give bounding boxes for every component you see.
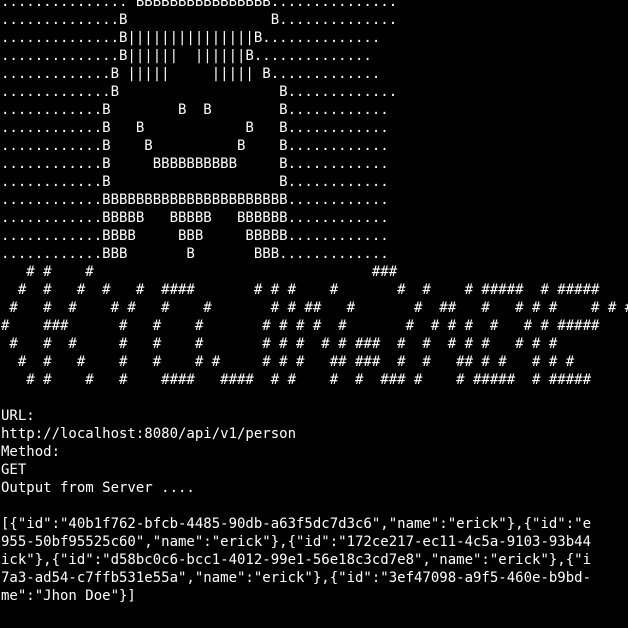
banner-line: # # # # # #### # # # # # # # ##### # ###…: [1, 282, 600, 298]
ascii-art-line: ............... BBBBBBBBBBBBBBBB........…: [1, 0, 398, 10]
json-line: me":"Jhon Doe"}]: [1, 588, 136, 604]
server-output-label: Output from Server ....: [1, 480, 195, 496]
ascii-art-line: ............B B B B............: [1, 102, 389, 118]
ascii-art-robot: ............... BBBBBBBBBBBBBBBB........…: [0, 0, 628, 263]
ascii-art-line: .............B B.............: [1, 84, 398, 100]
method-label: Method:: [1, 444, 61, 460]
banner-line: # # # # # # # # # ## # # ## # # # # # # …: [1, 300, 628, 316]
url-label: URL:: [1, 408, 35, 424]
url-value: http://localhost:8080/api/v1/person: [1, 426, 297, 442]
ascii-art-line: ..............B B..............: [1, 12, 398, 28]
ascii-art-line: ............BBB B BBB.............: [1, 246, 389, 262]
ascii-art-line: ............B B B B............: [1, 138, 389, 154]
ascii-art-line: .............B ||||| ||||| B............…: [1, 66, 381, 82]
ascii-art-line: ............BBBB BBB BBBBB............: [1, 228, 389, 244]
json-line: ick"},{"id":"d58bc0c6-bcc1-4012-99e1-56e…: [1, 552, 592, 568]
ascii-art-line: ..............B|||||||||||||||B.........…: [1, 30, 381, 46]
banner-line: # # # # # # # # # # # ### # # # # # # # …: [1, 336, 558, 352]
method-value: GET: [1, 462, 27, 478]
terminal-window[interactable]: ............... BBBBBBBBBBBBBBBB........…: [0, 0, 628, 628]
ascii-art-line: ............BBBBB BBBBB BBBBBB..........…: [1, 210, 389, 226]
banner-line: # # # # # # # # # # ## ### # # ## # # # …: [1, 354, 575, 370]
banner-line: # # # ###: [1, 264, 398, 280]
ascii-art-banner: # # # ### # # # # # #### # # # # # # # #…: [0, 263, 628, 389]
json-line: 7a3-ad54-c7ffb531e55a","name":"erick"},{…: [1, 570, 592, 586]
json-line: [{"id":"40b1f762-bfcb-4485-90db-a63f5dc7…: [1, 516, 592, 532]
json-line: 955-50bf95525c60","name":"erick"},{"id":…: [1, 534, 592, 550]
ascii-art-line: ............B B............: [1, 174, 389, 190]
ascii-art-line: ............B BBBBBBBBBB B............: [1, 156, 389, 172]
banner-line: # # # # #### #### # # # # ### # # ##### …: [1, 372, 592, 388]
ascii-art-line: ............BBBBBBBBBBBBBBBBBBBBBB......…: [1, 192, 389, 208]
ascii-art-line: ............B B B B............: [1, 120, 389, 136]
ascii-art-line: ..............B|||||| ||||||B...........…: [1, 48, 372, 64]
banner-line: # ### # # # # # # # # # # # # # # # ####…: [1, 318, 600, 334]
json-response: [{"id":"40b1f762-bfcb-4485-90db-a63f5dc7…: [0, 515, 628, 605]
request-info: URL: http://localhost:8080/api/v1/person…: [0, 407, 628, 497]
